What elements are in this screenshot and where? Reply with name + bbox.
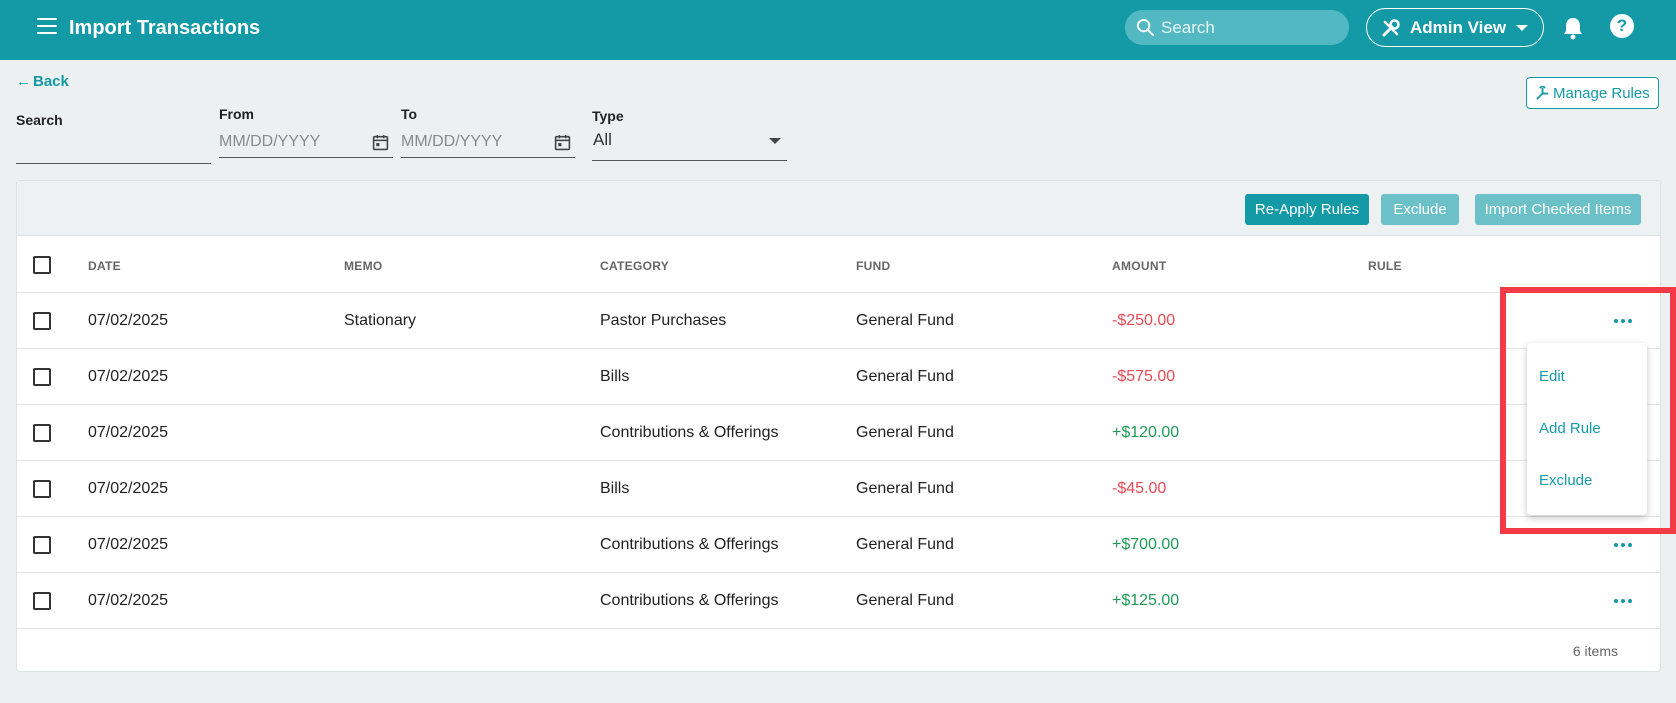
amount-cell: +$700.00	[1112, 536, 1180, 553]
select-all-checkbox[interactable]	[33, 256, 51, 274]
amount-cell: -$45.00	[1112, 480, 1167, 497]
help-icon[interactable]: ?	[1610, 14, 1634, 38]
reapply-rules-button[interactable]: Re-Apply Rules	[1245, 194, 1369, 225]
to-label: To	[401, 106, 418, 122]
column-header-fund[interactable]: FUND	[856, 259, 891, 273]
search-filter-input[interactable]	[16, 136, 166, 160]
row-checkbox[interactable]	[33, 480, 51, 498]
manage-rules-label: Manage Rules	[1553, 85, 1650, 102]
amount-cell: +$125.00	[1112, 592, 1180, 609]
row-checkbox[interactable]	[33, 368, 51, 386]
calendar-icon[interactable]	[554, 134, 571, 151]
search-input[interactable]	[1161, 15, 1341, 40]
fund-cell: General Fund	[856, 480, 954, 497]
category-cell: Pastor Purchases	[600, 312, 727, 329]
row-checkbox[interactable]	[33, 312, 51, 330]
category-cell: Contributions & Offerings	[600, 592, 779, 609]
global-search[interactable]	[1125, 10, 1349, 45]
chevron-down-icon	[1516, 25, 1528, 31]
column-header-memo[interactable]: MEMO	[344, 259, 383, 273]
top-bar: Import Transactions Admin View ?	[0, 0, 1676, 60]
back-arrow-icon: ←	[16, 73, 31, 90]
item-count: 6 items	[1572, 643, 1618, 659]
chevron-down-icon	[769, 138, 781, 144]
category-cell: Contributions & Offerings	[600, 536, 779, 553]
more-icon[interactable]	[1613, 535, 1637, 555]
fund-cell: General Fund	[856, 592, 954, 609]
category-cell: Bills	[600, 480, 630, 497]
table-row[interactable]: 07/02/2025 Bills General Fund -$45.00	[17, 461, 1660, 517]
table-row[interactable]: 07/02/2025 Stationary Pastor Purchases G…	[17, 293, 1660, 349]
fund-cell: General Fund	[856, 368, 954, 385]
panel-toolbar: Re-Apply Rules Exclude Import Checked It…	[17, 181, 1660, 236]
type-select[interactable]: All	[592, 124, 787, 161]
date-cell: 07/02/2025	[88, 480, 169, 497]
amount-cell: -$250.00	[1112, 312, 1176, 329]
table-row[interactable]: 07/02/2025 Contributions & Offerings Gen…	[17, 573, 1660, 629]
category-cell: Bills	[600, 368, 630, 385]
from-date-field[interactable]	[219, 128, 393, 158]
menu-icon[interactable]	[37, 18, 57, 36]
fund-cell: General Fund	[856, 312, 954, 329]
import-checked-button[interactable]: Import Checked Items	[1475, 194, 1641, 225]
type-value: All	[593, 130, 612, 149]
more-icon[interactable]	[1613, 591, 1637, 611]
transactions-panel: Re-Apply Rules Exclude Import Checked It…	[16, 180, 1661, 672]
exclude-button[interactable]: Exclude	[1381, 194, 1459, 225]
admin-view-dropdown[interactable]: Admin View	[1366, 8, 1544, 47]
column-header-rule[interactable]: RULE	[1368, 259, 1402, 273]
column-header-amount[interactable]: AMOUNT	[1112, 259, 1166, 273]
memo-cell: Stationary	[344, 312, 417, 329]
table-row[interactable]: 07/02/2025 Contributions & Offerings Gen…	[17, 405, 1660, 461]
manage-rules-button[interactable]: Manage Rules	[1526, 77, 1659, 109]
table-row[interactable]: 07/02/2025 Contributions & Offerings Gen…	[17, 517, 1660, 573]
manage-rules-icon	[1536, 86, 1549, 100]
fund-cell: General Fund	[856, 424, 954, 441]
date-cell: 07/02/2025	[88, 536, 169, 553]
back-label: Back	[33, 73, 69, 90]
fund-cell: General Fund	[856, 536, 954, 553]
row-checkbox[interactable]	[33, 592, 51, 610]
column-header-date[interactable]: DATE	[88, 259, 121, 273]
calendar-icon[interactable]	[372, 134, 389, 151]
search-icon	[1136, 18, 1155, 37]
amount-cell: -$575.00	[1112, 368, 1176, 385]
from-date-input[interactable]	[219, 130, 369, 154]
type-label: Type	[592, 108, 624, 124]
search-filter-field[interactable]	[16, 134, 211, 164]
row-checkbox[interactable]	[33, 424, 51, 442]
page-title: Import Transactions	[69, 17, 261, 39]
to-date-input[interactable]	[401, 130, 551, 154]
from-label: From	[219, 106, 254, 122]
bell-icon[interactable]	[1562, 16, 1584, 40]
highlight-box	[1500, 287, 1676, 534]
table-row[interactable]: 07/02/2025 Bills General Fund -$575.00	[17, 349, 1660, 405]
date-cell: 07/02/2025	[88, 312, 169, 329]
amount-cell: +$120.00	[1112, 424, 1180, 441]
column-header-category[interactable]: CATEGORY	[600, 259, 669, 273]
to-date-field[interactable]	[401, 128, 575, 158]
search-filter-label: Search	[16, 112, 63, 128]
row-checkbox[interactable]	[33, 536, 51, 554]
table-header: DATE MEMO CATEGORY FUND AMOUNT RULE	[17, 237, 1660, 293]
tools-icon	[1382, 19, 1400, 37]
date-cell: 07/02/2025	[88, 424, 169, 441]
date-cell: 07/02/2025	[88, 368, 169, 385]
category-cell: Contributions & Offerings	[600, 424, 779, 441]
date-cell: 07/02/2025	[88, 592, 169, 609]
admin-view-label: Admin View	[1410, 18, 1507, 37]
back-link[interactable]: ← Back	[16, 73, 69, 90]
